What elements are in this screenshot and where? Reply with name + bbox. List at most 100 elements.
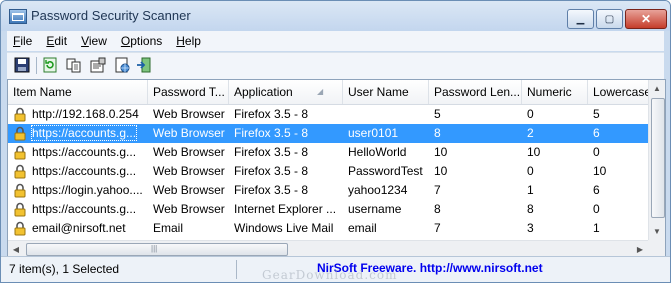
cell-text: 3	[527, 221, 534, 235]
menu-file[interactable]: File	[7, 34, 40, 48]
password-list[interactable]: Item Name Password T... Application ◢ Us…	[7, 79, 666, 257]
cell-text: Email	[153, 221, 184, 235]
cell-text: 6	[593, 126, 600, 140]
table-row[interactable]: https://accounts.g... Web Browser Firefox …	[8, 162, 648, 181]
cell-text: 7	[434, 183, 441, 197]
cell-lower: 6	[588, 124, 648, 143]
cell-text: http://192.168.0.254	[32, 107, 139, 121]
menu-help[interactable]: Help	[170, 34, 209, 48]
lock-icon	[14, 164, 26, 179]
cell-len: 7	[429, 181, 522, 200]
menu-options[interactable]: Options	[115, 34, 170, 48]
close-button[interactable]: ✕	[625, 9, 667, 29]
vertical-scroll-thumb[interactable]	[651, 98, 665, 218]
cell-text: 1	[527, 183, 534, 197]
column-header-item-name[interactable]: Item Name	[8, 80, 148, 104]
html-report-button[interactable]	[113, 56, 131, 74]
properties-icon	[90, 57, 106, 73]
sort-indicator-icon: ◢	[317, 87, 324, 96]
column-header-password-length[interactable]: Password Len...	[429, 80, 522, 104]
cell-text: Web Browser	[153, 126, 225, 140]
cell-item: https://accounts.g...	[8, 143, 148, 162]
column-header-lowercase[interactable]: Lowercase	[588, 80, 648, 104]
cell-text: username	[348, 202, 402, 216]
scroll-right-icon[interactable]: ▶	[632, 241, 648, 256]
lock-icon	[14, 221, 26, 236]
cell-text: https://accounts.g...	[32, 202, 137, 216]
column-header-application[interactable]: Application	[229, 80, 343, 104]
cell-app: Firefox 3.5 - 8	[229, 143, 343, 162]
cell-text: Web Browser	[153, 202, 225, 216]
cell-text: 1	[593, 221, 600, 235]
cell-user: email	[343, 219, 429, 238]
title-bar[interactable]: Password Security Scanner ▁ ▢ ✕	[1, 1, 670, 31]
lock-icon	[14, 126, 26, 141]
cell-numeric: 0	[522, 105, 588, 124]
cell-type: Web Browser	[148, 181, 229, 200]
save-button[interactable]	[13, 56, 31, 74]
properties-button[interactable]	[89, 56, 107, 74]
cell-numeric: 2	[522, 124, 588, 143]
column-header-numeric[interactable]: Numeric	[522, 80, 588, 104]
cell-text: 8	[434, 126, 441, 140]
maximize-icon: ▢	[604, 13, 615, 25]
scroll-down-icon[interactable]: ▼	[649, 223, 665, 239]
minimize-button[interactable]: ▁	[567, 9, 594, 29]
menu-view[interactable]: View	[75, 34, 115, 48]
table-row[interactable]: http://192.168.0.254 Web Browser Firefox 3…	[8, 105, 648, 124]
cell-text: https://login.yahoo....	[32, 183, 143, 197]
toolbar-separator	[36, 57, 37, 74]
cell-text: 7	[434, 221, 441, 235]
column-header-user-name[interactable]: User Name	[343, 80, 429, 104]
scroll-left-icon[interactable]: ◀	[8, 241, 24, 256]
cell-text: Firefox 3.5 - 8	[234, 183, 309, 197]
save-icon	[14, 57, 30, 73]
cell-type: Web Browser	[148, 143, 229, 162]
menu-bar: File Edit View Options Help	[7, 31, 664, 51]
html-report-icon	[115, 57, 130, 73]
column-header-password-type[interactable]: Password T...	[148, 80, 229, 104]
cell-text: Web Browser	[153, 145, 225, 159]
lock-icon	[14, 145, 26, 160]
table-row[interactable]: https://login.yahoo.... Web Browser Firefo…	[8, 181, 648, 200]
cell-type: Email	[148, 219, 229, 238]
horizontal-scrollbar[interactable]: ◀ ||| ▶	[8, 240, 648, 256]
cell-user: HelloWorld	[343, 143, 429, 162]
table-row[interactable]: email@nirsoft.net Email Windows Live Mail e…	[8, 219, 648, 238]
status-selection-count: 7 item(s), 1 Selected	[9, 262, 120, 276]
cell-item: https://accounts.g...	[8, 162, 148, 181]
watermark-logo: GearDownload.com	[262, 268, 398, 282]
refresh-icon	[43, 57, 57, 73]
list-header: Item Name Password T... Application ◢ Us…	[8, 80, 648, 105]
cell-text: 5	[593, 107, 600, 121]
cell-app: Windows Live Mail	[229, 219, 343, 238]
exit-button[interactable]	[135, 56, 153, 74]
cell-item: https://accounts.g...	[8, 200, 148, 219]
vertical-scrollbar[interactable]: ▲ ▼	[648, 80, 665, 240]
cell-text: 2	[527, 126, 534, 140]
cell-text: 0	[593, 202, 600, 216]
table-row[interactable]: https://accounts.g... Web Browser Firefox …	[8, 143, 648, 162]
app-window: Password Security Scanner ▁ ▢ ✕ File Edi…	[0, 0, 671, 283]
window-title: Password Security Scanner	[31, 8, 191, 23]
refresh-button[interactable]	[41, 56, 59, 74]
cell-item: http://192.168.0.254	[8, 105, 148, 124]
scroll-up-icon[interactable]: ▲	[649, 80, 665, 96]
cell-text: Firefox 3.5 - 8	[234, 164, 309, 178]
cell-item: https://accounts.g...	[8, 124, 148, 143]
cell-len: 7	[429, 219, 522, 238]
copy-button[interactable]	[65, 56, 83, 74]
cell-user: PasswordTest	[343, 162, 429, 181]
cell-user: yahoo1234	[343, 181, 429, 200]
list-rows: http://192.168.0.254 Web Browser Firefox 3…	[8, 105, 648, 238]
lock-icon	[14, 107, 26, 122]
cell-user	[343, 105, 429, 124]
cell-numeric: 8	[522, 200, 588, 219]
cell-lower: 5	[588, 105, 648, 124]
menu-edit[interactable]: Edit	[40, 34, 75, 48]
table-row[interactable]: https://accounts.g... Web Browser Firefox …	[8, 124, 648, 143]
cell-app: Firefox 3.5 - 8	[229, 124, 343, 143]
maximize-button[interactable]: ▢	[596, 9, 623, 29]
table-row[interactable]: https://accounts.g... Web Browser Internet…	[8, 200, 648, 219]
cell-text: 0	[593, 145, 600, 159]
